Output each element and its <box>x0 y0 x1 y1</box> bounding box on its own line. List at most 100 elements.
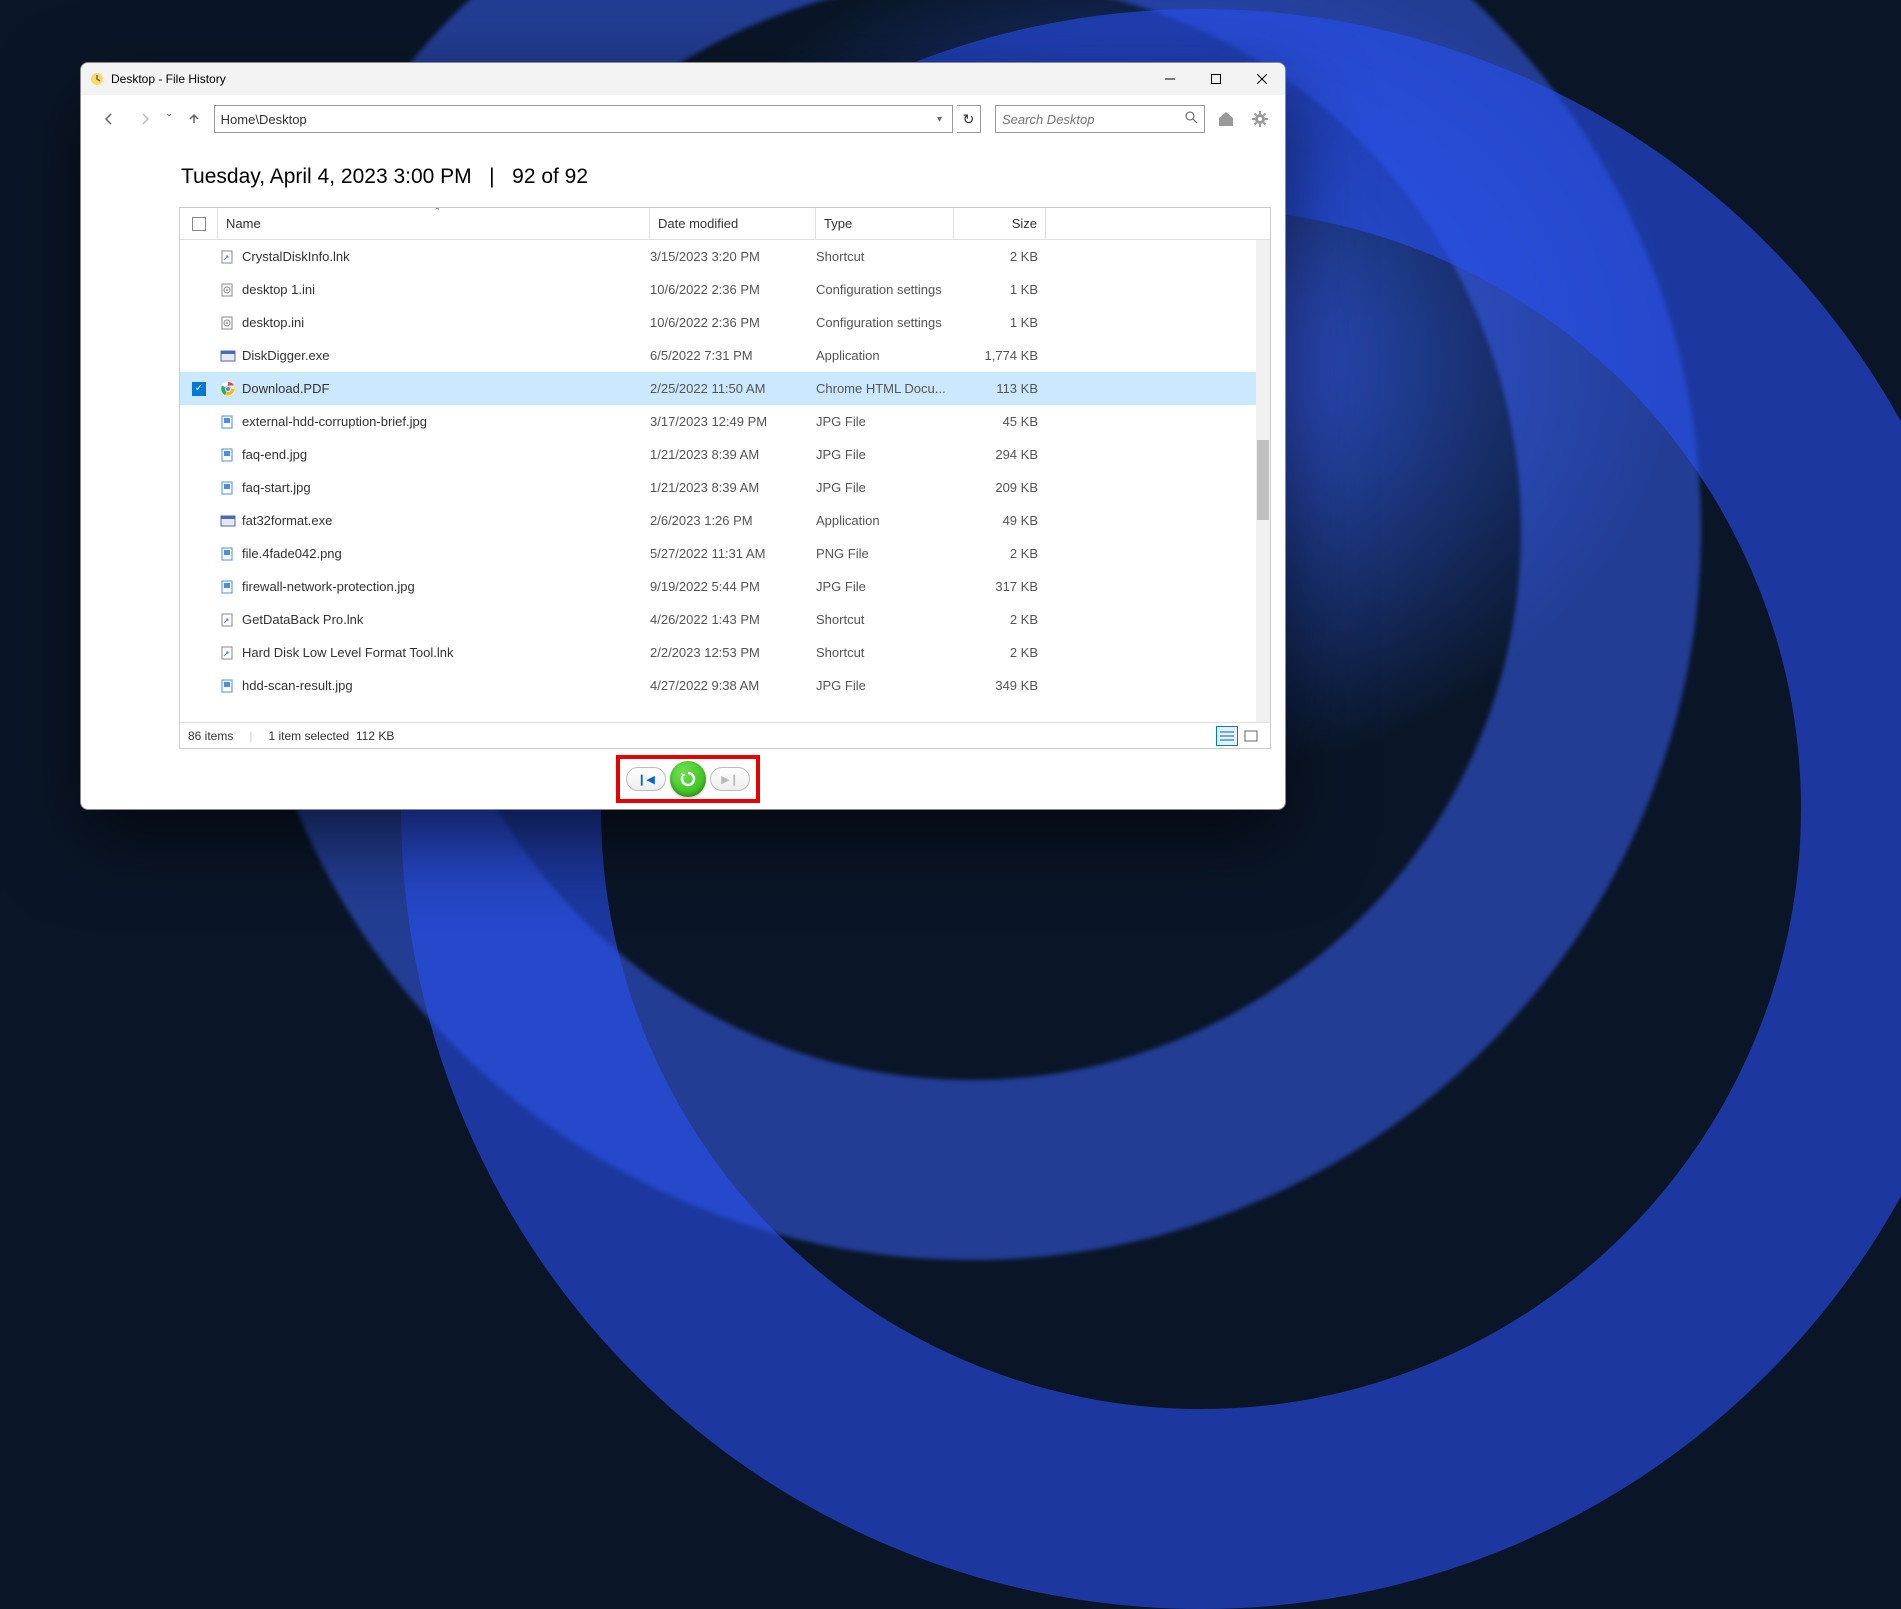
forward-button[interactable] <box>129 103 161 135</box>
file-icon <box>220 612 236 628</box>
file-type: PNG File <box>816 546 954 561</box>
file-size: 2 KB <box>954 546 1046 561</box>
file-icon <box>220 645 236 661</box>
file-row[interactable]: GetDataBack Pro.lnk 4/26/2022 1:43 PMShor… <box>180 603 1270 636</box>
file-row[interactable]: file.4fade042.png 5/27/2022 11:31 AMPNG F… <box>180 537 1270 570</box>
previous-version-button[interactable]: ❙◀ <box>626 767 666 791</box>
file-row[interactable]: desktop 1.ini 10/6/2022 2:36 PMConfigurat… <box>180 273 1270 306</box>
file-date: 9/19/2022 5:44 PM <box>650 579 816 594</box>
file-name: faq-start.jpg <box>242 480 311 495</box>
file-size: 2 KB <box>954 612 1046 627</box>
file-name: Hard Disk Low Level Format Tool.lnk <box>242 645 453 660</box>
file-type: JPG File <box>816 579 954 594</box>
file-icon <box>220 381 236 397</box>
file-icon <box>220 249 236 265</box>
file-date: 5/27/2022 11:31 AM <box>650 546 816 561</box>
refresh-button[interactable]: ↻ <box>957 105 981 133</box>
snapshot-position: 92 of 92 <box>512 165 588 188</box>
file-name: Download.PDF <box>242 381 329 396</box>
history-controls: ❙◀ ▶❙ <box>91 749 1285 809</box>
select-all-checkbox[interactable] <box>180 208 218 239</box>
file-type: Shortcut <box>816 249 954 264</box>
titlebar: Desktop - File History <box>81 63 1285 95</box>
file-date: 4/27/2022 9:38 AM <box>650 678 816 693</box>
file-row[interactable]: desktop.ini10/6/2022 2:36 PMConfiguratio… <box>180 306 1270 339</box>
file-row[interactable]: ✓Download.PDF2/25/2022 11:50 AMChrome HT… <box>180 372 1270 405</box>
address-bar[interactable]: Home\Desktop ▾ <box>214 105 953 133</box>
file-size: 2 KB <box>954 249 1046 264</box>
file-name: external-hdd-corruption-brief.jpg <box>242 414 427 429</box>
file-name: GetDataBack Pro.lnk <box>242 612 363 627</box>
file-name: desktop 1.ini <box>242 282 315 297</box>
file-row[interactable]: Hard Disk Low Level Format Tool.lnk 2/2/2… <box>180 636 1270 669</box>
up-button[interactable] <box>178 103 210 135</box>
file-type: JPG File <box>816 414 954 429</box>
sort-indicator-icon: ⌃ <box>434 208 442 217</box>
file-date: 4/26/2022 1:43 PM <box>650 612 816 627</box>
file-type: Application <box>816 348 954 363</box>
window-title: Desktop - File History <box>111 72 1147 86</box>
file-date: 10/6/2022 2:36 PM <box>650 282 816 297</box>
file-row[interactable]: CrystalDiskInfo.lnk3/15/2023 3:20 PMShor… <box>180 240 1270 273</box>
file-size: 2 KB <box>954 645 1046 660</box>
maximize-button[interactable] <box>1193 63 1239 95</box>
column-headers: Name⌃ Date modified Type Size <box>180 208 1270 240</box>
column-size[interactable]: Size <box>954 208 1046 239</box>
file-list-pane: Name⌃ Date modified Type Size CrystalDis… <box>179 207 1271 749</box>
annotation-highlight: ❙◀ ▶❙ <box>616 755 760 803</box>
gear-icon[interactable] <box>1247 106 1273 132</box>
file-size: 45 KB <box>954 414 1046 429</box>
file-icon <box>220 513 236 529</box>
file-name: firewall-network-protection.jpg <box>242 579 415 594</box>
search-box[interactable] <box>995 105 1205 133</box>
file-row[interactable]: firewall-network-protection.jpg 9/19/2022… <box>180 570 1270 603</box>
file-size: 49 KB <box>954 513 1046 528</box>
file-row[interactable]: faq-end.jpg1/21/2023 8:39 AMJPG File294 … <box>180 438 1270 471</box>
file-icon <box>220 315 236 331</box>
search-input[interactable] <box>1002 112 1184 127</box>
status-selected: 1 item selected 112 KB <box>268 729 394 743</box>
back-button[interactable] <box>93 103 125 135</box>
file-type: Configuration settings <box>816 282 954 297</box>
file-name: hdd-scan-result.jpg <box>242 678 353 693</box>
file-row[interactable]: DiskDigger.exe6/5/2022 7:31 PMApplicatio… <box>180 339 1270 372</box>
file-date: 1/21/2023 8:39 AM <box>650 480 816 495</box>
vertical-scrollbar[interactable] <box>1256 240 1270 722</box>
column-spacer <box>1046 208 1270 239</box>
file-icon <box>220 447 236 463</box>
search-icon[interactable] <box>1184 110 1198 129</box>
scrollbar-thumb[interactable] <box>1257 440 1269 520</box>
file-date: 3/17/2023 12:49 PM <box>650 414 816 429</box>
next-version-button[interactable]: ▶❙ <box>710 767 750 791</box>
address-dropdown-icon[interactable]: ▾ <box>933 114 946 125</box>
file-row[interactable]: faq-start.jpg1/21/2023 8:39 AMJPG File20… <box>180 471 1270 504</box>
app-icon <box>89 71 105 87</box>
view-thumbnails-button[interactable] <box>1240 726 1262 746</box>
column-name[interactable]: Name⌃ <box>218 208 650 239</box>
restore-button[interactable] <box>670 761 706 797</box>
file-date: 2/2/2023 12:53 PM <box>650 645 816 660</box>
file-row[interactable]: external-hdd-corruption-brief.jpg 3/17/20… <box>180 405 1270 438</box>
column-date[interactable]: Date modified <box>650 208 816 239</box>
file-type: Shortcut <box>816 612 954 627</box>
close-button[interactable] <box>1239 63 1285 95</box>
file-icon <box>220 480 236 496</box>
file-name: desktop.ini <box>242 315 304 330</box>
navigation-bar: ˇ Home\Desktop ▾ ↻ <box>81 95 1285 143</box>
file-size: 113 KB <box>954 381 1046 396</box>
file-row[interactable]: hdd-scan-result.jpg4/27/2022 9:38 AMJPG … <box>180 669 1270 702</box>
view-details-button[interactable] <box>1216 726 1238 746</box>
address-path: Home\Desktop <box>221 112 933 127</box>
file-history-window: Desktop - File History ˇ Home\Desktop ▾ … <box>80 62 1286 810</box>
file-icon <box>220 282 236 298</box>
file-name: file.4fade042.png <box>242 546 342 561</box>
minimize-button[interactable] <box>1147 63 1193 95</box>
column-type[interactable]: Type <box>816 208 954 239</box>
file-type: Application <box>816 513 954 528</box>
file-size: 349 KB <box>954 678 1046 693</box>
file-size: 209 KB <box>954 480 1046 495</box>
home-icon[interactable] <box>1213 106 1239 132</box>
file-size: 294 KB <box>954 447 1046 462</box>
file-row[interactable]: fat32format.exe2/6/2023 1:26 PMApplicati… <box>180 504 1270 537</box>
row-checkbox[interactable]: ✓ <box>180 382 218 396</box>
